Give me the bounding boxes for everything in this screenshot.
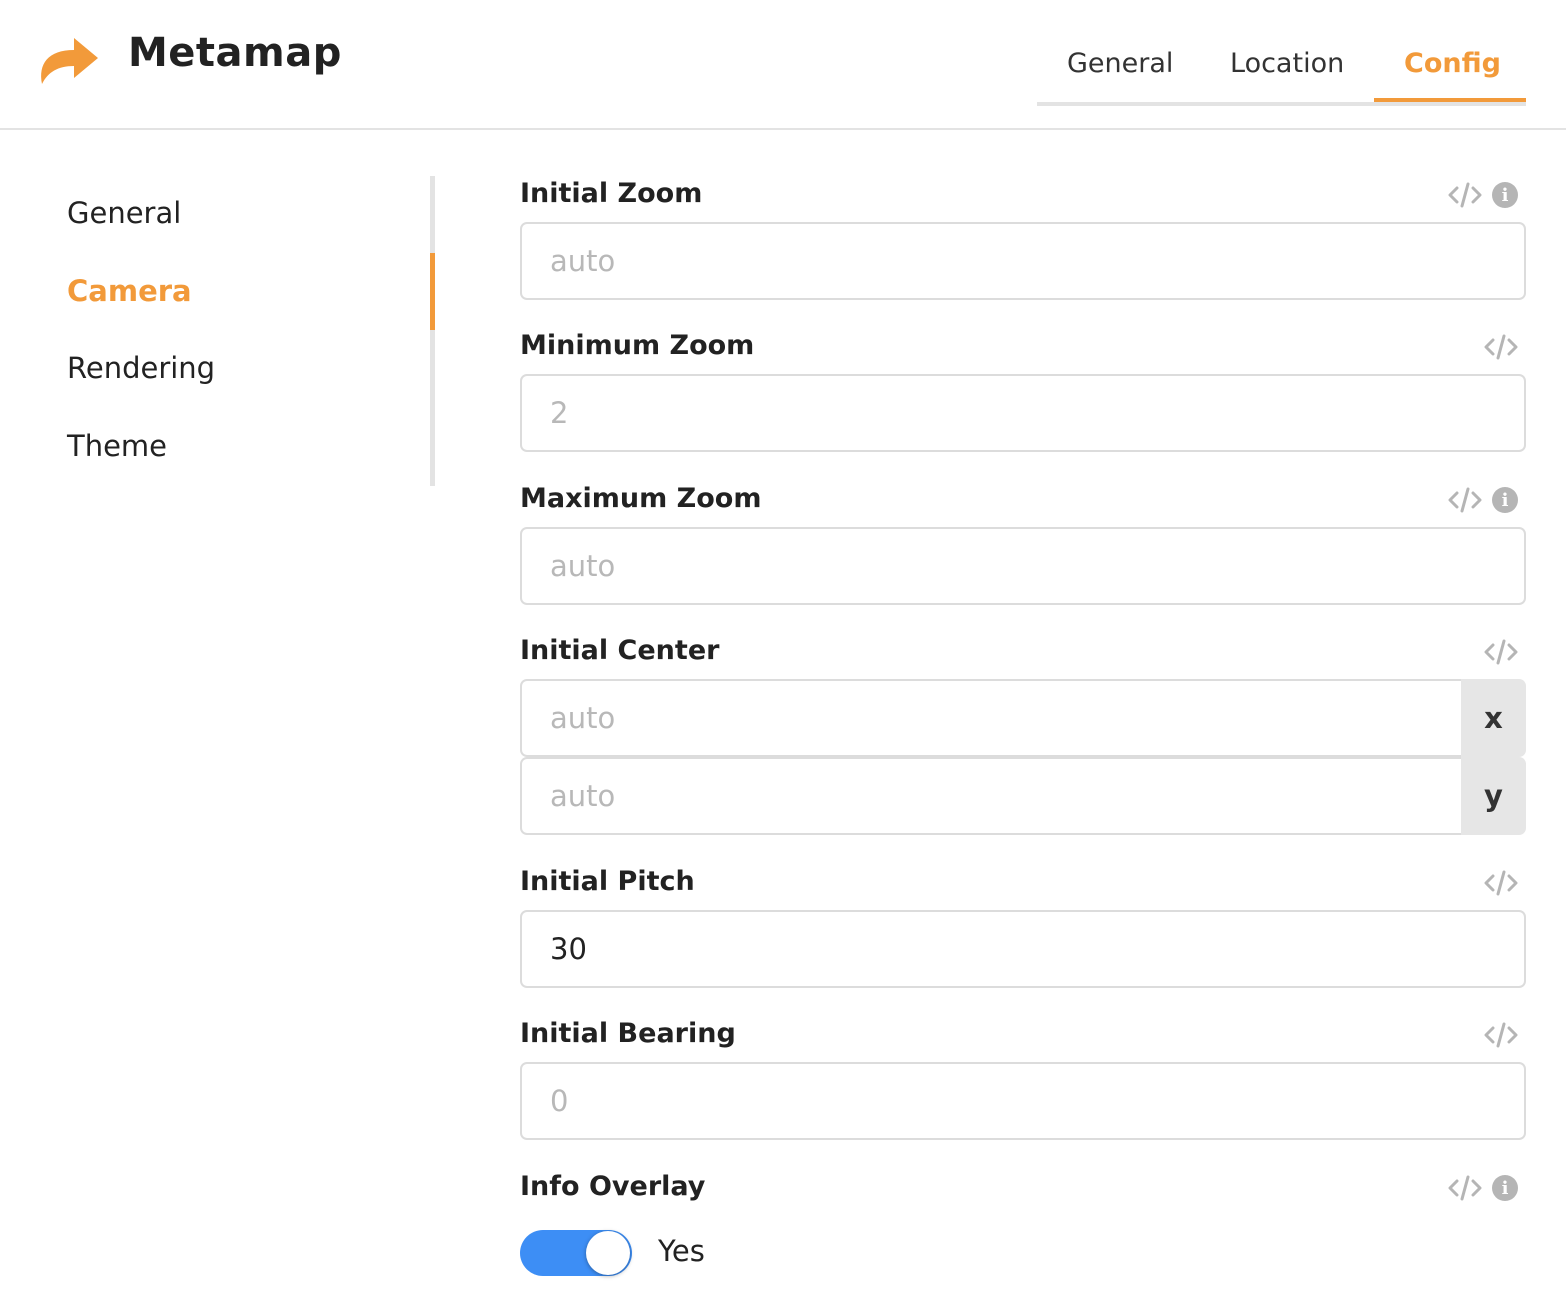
app-header: Metamap General Location Config — [0, 0, 1566, 130]
code-icon[interactable] — [1448, 1174, 1482, 1202]
minimum-zoom-icons — [1484, 332, 1518, 362]
info-overlay-label: Info Overlay — [520, 1171, 706, 1202]
top-tabs: General Location Config — [1037, 40, 1526, 106]
code-icon[interactable] — [1484, 1021, 1518, 1049]
code-icon[interactable] — [1448, 181, 1482, 209]
initial-pitch-label: Initial Pitch — [520, 866, 695, 897]
share-arrow-icon — [41, 38, 98, 84]
tab-location[interactable]: Location — [1230, 48, 1344, 79]
code-icon[interactable] — [1484, 333, 1518, 361]
maximum-zoom-icons: i — [1448, 485, 1518, 515]
y-suffix-label: y — [1461, 757, 1526, 835]
sidebar-item-rendering[interactable]: Rendering — [67, 351, 215, 385]
initial-zoom-input[interactable] — [520, 222, 1526, 300]
initial-center-label: Initial Center — [520, 635, 720, 666]
initial-bearing-icons — [1484, 1020, 1518, 1050]
minimum-zoom-label: Minimum Zoom — [520, 330, 755, 361]
info-overlay-toggle[interactable] — [520, 1230, 632, 1276]
sidebar-item-camera[interactable]: Camera — [67, 274, 192, 308]
info-icon[interactable]: i — [1492, 182, 1518, 208]
sidebar-item-general[interactable]: General — [67, 196, 181, 230]
x-suffix-label: x — [1461, 679, 1526, 757]
code-icon[interactable] — [1484, 869, 1518, 897]
code-icon[interactable] — [1484, 638, 1518, 666]
initial-center-icons — [1484, 637, 1518, 667]
sidebar-active-indicator — [430, 253, 435, 330]
tab-config[interactable]: Config — [1404, 48, 1501, 79]
info-overlay-icons: i — [1448, 1173, 1518, 1203]
sidebar-item-theme[interactable]: Theme — [67, 429, 167, 463]
initial-pitch-icons — [1484, 868, 1518, 898]
initial-bearing-input[interactable] — [520, 1062, 1526, 1140]
initial-pitch-input[interactable] — [520, 910, 1526, 988]
info-icon[interactable]: i — [1492, 1175, 1518, 1201]
initial-zoom-label: Initial Zoom — [520, 178, 703, 209]
info-icon[interactable]: i — [1492, 487, 1518, 513]
sidebar: General Camera Rendering Theme — [0, 176, 436, 486]
active-tab-indicator — [1374, 98, 1526, 102]
initial-center-y-input[interactable] — [520, 757, 1463, 835]
app-title: Metamap — [128, 30, 342, 76]
toggle-knob — [586, 1231, 630, 1275]
initial-zoom-icons: i — [1448, 180, 1518, 210]
sidebar-rail — [430, 176, 435, 486]
info-overlay-toggle-label: Yes — [658, 1234, 705, 1268]
maximum-zoom-input[interactable] — [520, 527, 1526, 605]
initial-bearing-label: Initial Bearing — [520, 1018, 736, 1049]
initial-center-x-input[interactable] — [520, 679, 1463, 757]
minimum-zoom-input[interactable] — [520, 374, 1526, 452]
maximum-zoom-label: Maximum Zoom — [520, 483, 762, 514]
code-icon[interactable] — [1448, 486, 1482, 514]
tab-general[interactable]: General — [1067, 48, 1173, 79]
